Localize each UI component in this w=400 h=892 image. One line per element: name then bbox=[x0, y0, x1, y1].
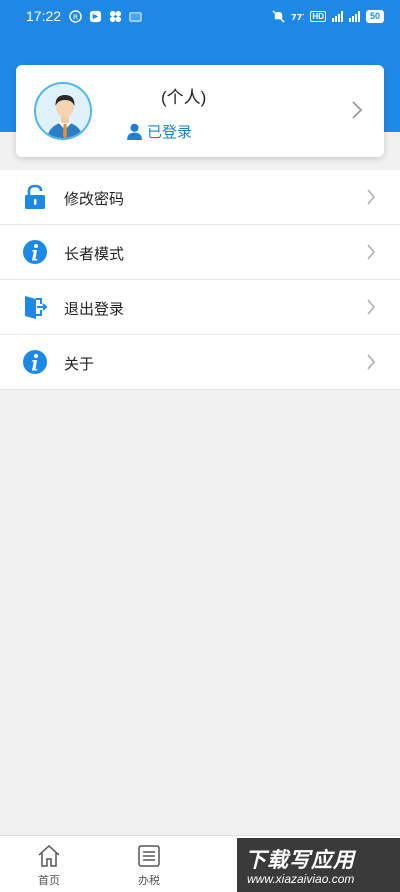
list-icon bbox=[138, 845, 160, 867]
avatar bbox=[34, 82, 92, 140]
status-left-icons: R bbox=[69, 9, 142, 23]
4g-signal-icon bbox=[331, 10, 343, 22]
hd-icon: HD bbox=[310, 10, 326, 22]
chevron-right-icon bbox=[352, 101, 363, 119]
app-notification-icon bbox=[129, 11, 142, 22]
status-bar: 17:22 R 777 HD 50 bbox=[0, 0, 400, 32]
user-avatar-icon bbox=[36, 84, 90, 138]
menu-label: 长者模式 bbox=[64, 246, 125, 263]
menu-label: 修改密码 bbox=[64, 191, 125, 208]
nav-label: 办税 bbox=[138, 875, 160, 887]
app-notification-icon bbox=[89, 10, 102, 22]
chevron-right-icon bbox=[367, 299, 375, 315]
login-status-label: 已登录 bbox=[147, 124, 193, 141]
person-icon bbox=[127, 123, 142, 140]
chevron-right-icon bbox=[367, 244, 375, 260]
chevron-right-icon bbox=[367, 189, 375, 205]
nav-label: 首页 bbox=[38, 875, 60, 887]
silent-icon bbox=[272, 9, 285, 23]
lock-icon bbox=[25, 184, 45, 209]
app-notification-icon bbox=[109, 10, 122, 22]
menu-item-elder-mode[interactable]: 长者模式 bbox=[0, 225, 400, 280]
chevron-right-icon bbox=[367, 354, 375, 370]
watermark-url: www.xiazaiviao.com bbox=[247, 872, 355, 886]
battery-indicator: 50 bbox=[365, 9, 384, 23]
info-icon bbox=[23, 350, 47, 374]
menu-label: 关于 bbox=[64, 356, 95, 373]
watermark-title: 下载写应用 bbox=[245, 849, 355, 872]
status-time: 17:22 bbox=[26, 8, 62, 24]
5g-signal-icon bbox=[348, 10, 360, 22]
status-right-icons: 777 HD 50 bbox=[272, 9, 384, 23]
svg-text:R: R bbox=[73, 12, 78, 21]
wifi-icon: 777 bbox=[291, 11, 304, 21]
nav-item-home[interactable]: 首页 bbox=[19, 844, 79, 888]
settings-menu: 修改密码 长者模式 退出登录 关于 bbox=[0, 170, 400, 390]
menu-item-logout[interactable]: 退出登录 bbox=[0, 280, 400, 335]
profile-card[interactable]: (个人) 已登录 bbox=[16, 65, 384, 157]
user-name: (个人) bbox=[161, 88, 207, 107]
r-circle-icon: R bbox=[69, 9, 82, 23]
nav-item-tax[interactable]: 办税 bbox=[119, 844, 179, 888]
login-status: 已登录 bbox=[126, 121, 192, 142]
menu-item-change-password[interactable]: 修改密码 bbox=[0, 170, 400, 225]
exit-door-icon bbox=[25, 296, 48, 319]
menu-item-about[interactable]: 关于 bbox=[0, 335, 400, 390]
watermark: 下载写应用 www.xiazaiviao.com bbox=[237, 838, 400, 892]
menu-label: 退出登录 bbox=[64, 301, 125, 318]
svg-text:777: 777 bbox=[291, 11, 304, 21]
info-icon bbox=[23, 240, 47, 264]
home-icon bbox=[38, 844, 60, 867]
